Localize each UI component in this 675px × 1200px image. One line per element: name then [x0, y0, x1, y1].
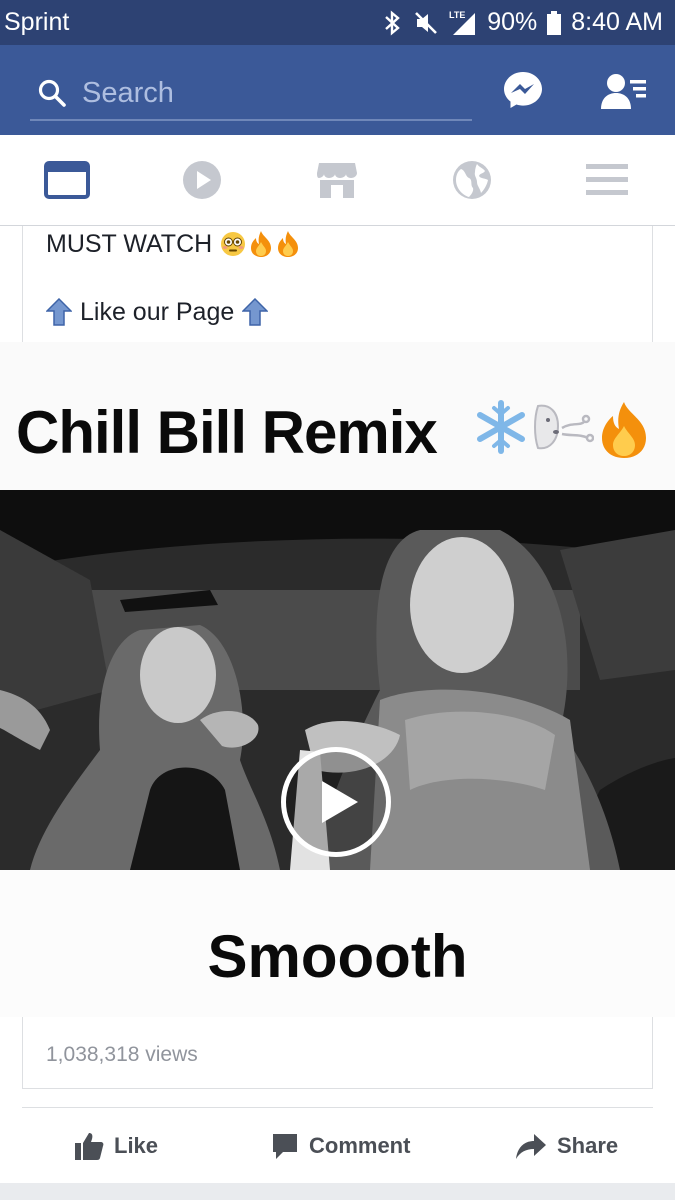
- news-feed-icon: [44, 161, 90, 199]
- comment-bubble-icon: [273, 1134, 297, 1159]
- hamburger-menu-icon: [586, 164, 628, 195]
- status-icons: LTE 90% 8:40 AM: [383, 8, 663, 37]
- up-arrow-emoji-icon: [46, 298, 72, 326]
- battery-icon: [547, 10, 562, 35]
- title-emoji-group: [474, 400, 650, 460]
- comment-button[interactable]: Comment: [271, 1108, 410, 1184]
- post-cta-text: Like our Page: [80, 297, 235, 326]
- top-navigation-bar: Search: [0, 45, 675, 135]
- tab-video[interactable]: [147, 135, 257, 225]
- search-bar[interactable]: Search: [30, 67, 472, 121]
- flushed-face-emoji-icon: [221, 232, 246, 256]
- post-text-line: MUST WATCH: [46, 226, 300, 262]
- video-title-band: Chill Bill Remix: [0, 342, 675, 490]
- share-label: Share: [557, 1133, 619, 1158]
- tab-marketplace[interactable]: [282, 135, 392, 225]
- comment-label: Comment: [309, 1133, 411, 1158]
- friend-requests-icon[interactable]: [600, 72, 648, 110]
- video-play-icon: [183, 161, 221, 199]
- like-button[interactable]: Like: [74, 1108, 158, 1184]
- fire-emoji-icon: [278, 231, 299, 257]
- like-label: Like: [114, 1133, 159, 1158]
- search-icon: [38, 79, 66, 107]
- feed-divider: [0, 1183, 675, 1200]
- fire-emoji-icon: [602, 402, 646, 458]
- mute-icon: [415, 11, 438, 34]
- video-caption-band: Smoooth: [0, 870, 675, 1017]
- thumbs-up-icon: [75, 1133, 104, 1160]
- marketplace-store-icon: [317, 163, 357, 198]
- video-caption: Smoooth: [207, 923, 468, 990]
- tab-notifications[interactable]: [417, 135, 527, 225]
- post-cta-line: Like our Page: [46, 294, 269, 330]
- fire-emoji-icon: [251, 231, 272, 257]
- views-bar: 1,038,318 views: [22, 1017, 653, 1089]
- share-arrow-icon: [516, 1134, 546, 1159]
- tab-bar: [0, 135, 675, 226]
- signal-lte-icon: LTE: [449, 10, 476, 35]
- clock-time: 8:40 AM: [571, 8, 663, 36]
- wind-face-emoji-icon: [534, 404, 594, 450]
- svg-text:LTE: LTE: [449, 10, 465, 20]
- post-text: MUST WATCH: [46, 229, 213, 258]
- play-button[interactable]: [281, 747, 391, 857]
- video-title: Chill Bill Remix: [16, 399, 438, 466]
- post-card: MUST WATCH Like our Page: [22, 226, 653, 342]
- tab-news-feed[interactable]: [12, 135, 122, 225]
- status-bar: Sprint LTE 90% 8:40 AM: [0, 0, 675, 45]
- post-actions-bar: Like Comment Share: [22, 1107, 653, 1184]
- bluetooth-icon: [385, 9, 401, 36]
- search-input[interactable]: Search: [82, 77, 174, 110]
- globe-icon: [453, 161, 491, 199]
- video-frame[interactable]: [0, 490, 675, 870]
- snowflake-emoji-icon: [477, 400, 525, 454]
- up-arrow-emoji-icon: [242, 298, 269, 326]
- share-button[interactable]: Share: [515, 1108, 618, 1184]
- tab-menu[interactable]: [552, 135, 662, 225]
- play-icon: [322, 781, 358, 823]
- video-player[interactable]: Chill Bill Remix Smoooth: [0, 342, 675, 1017]
- carrier-name: Sprint: [4, 8, 70, 36]
- view-count: 1,038,318 views: [46, 1043, 198, 1066]
- battery-percentage: 90%: [487, 8, 538, 36]
- messenger-icon[interactable]: [502, 70, 544, 110]
